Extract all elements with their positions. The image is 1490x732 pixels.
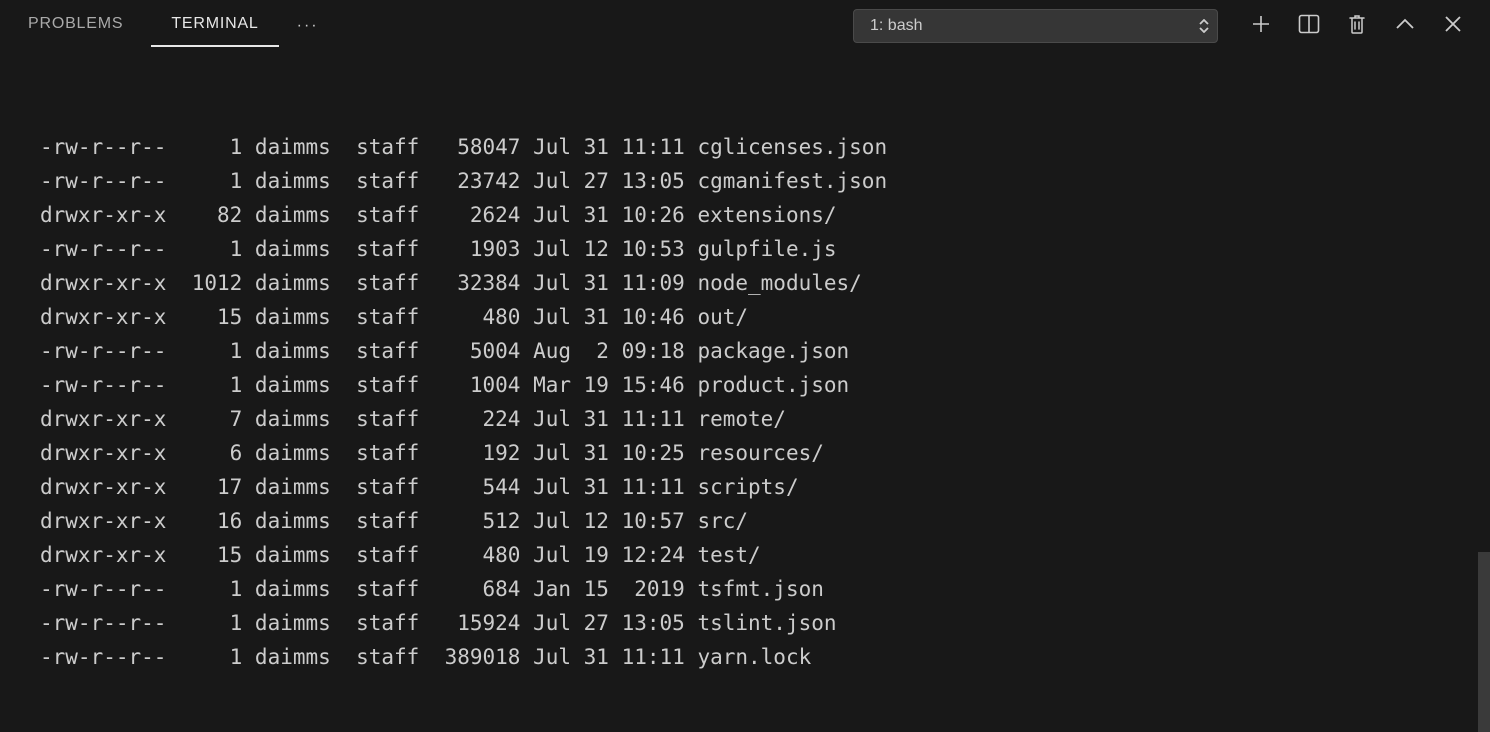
tab-terminal[interactable]: TERMINAL	[151, 5, 278, 47]
new-terminal-button[interactable]	[1244, 9, 1278, 43]
ls-row: drwxr-xr-x 7 daimms staff 224 Jul 31 11:…	[40, 402, 1450, 436]
split-icon	[1298, 14, 1320, 39]
ls-row: -rw-r--r-- 1 daimms staff 1903 Jul 12 10…	[40, 232, 1450, 266]
terminal-select[interactable]: 1: bash	[853, 9, 1218, 43]
tab-problems[interactable]: PROBLEMS	[8, 5, 143, 47]
ls-row: drwxr-xr-x 82 daimms staff 2624 Jul 31 1…	[40, 198, 1450, 232]
ls-row: drwxr-xr-x 6 daimms staff 192 Jul 31 10:…	[40, 436, 1450, 470]
split-terminal-button[interactable]	[1292, 9, 1326, 43]
maximize-panel-button[interactable]	[1388, 9, 1422, 43]
terminal-actions	[1244, 9, 1470, 43]
kill-terminal-button[interactable]	[1340, 9, 1374, 43]
ls-row: -rw-r--r-- 1 daimms staff 5004 Aug 2 09:…	[40, 334, 1450, 368]
chevron-up-icon	[1395, 17, 1415, 35]
ls-row: -rw-r--r-- 1 daimms staff 389018 Jul 31 …	[40, 640, 1450, 674]
more-button[interactable]: ···	[287, 13, 329, 39]
panel-header: PROBLEMS TERMINAL ··· 1: bash	[0, 0, 1490, 52]
panel-tabs: PROBLEMS TERMINAL ···	[8, 5, 329, 47]
close-icon	[1444, 15, 1462, 38]
ls-row: -rw-r--r-- 1 daimms staff 23742 Jul 27 1…	[40, 164, 1450, 198]
chevron-up-down-icon	[1199, 19, 1209, 33]
scrollbar[interactable]	[1478, 552, 1490, 732]
close-panel-button[interactable]	[1436, 9, 1470, 43]
ls-row: drwxr-xr-x 17 daimms staff 544 Jul 31 11…	[40, 470, 1450, 504]
terminal-select-label: 1: bash	[870, 17, 1199, 35]
ls-row: -rw-r--r-- 1 daimms staff 1004 Mar 19 15…	[40, 368, 1450, 402]
ls-row: drwxr-xr-x 1012 daimms staff 32384 Jul 3…	[40, 266, 1450, 300]
ls-row: drwxr-xr-x 16 daimms staff 512 Jul 12 10…	[40, 504, 1450, 538]
ellipsis-icon: ···	[297, 17, 319, 34]
plus-icon	[1251, 14, 1271, 39]
ls-row: drwxr-xr-x 15 daimms staff 480 Jul 19 12…	[40, 538, 1450, 572]
ls-row: -rw-r--r-- 1 daimms staff 684 Jan 15 201…	[40, 572, 1450, 606]
ls-row: drwxr-xr-x 15 daimms staff 480 Jul 31 10…	[40, 300, 1450, 334]
trash-icon	[1347, 13, 1367, 40]
ls-row: -rw-r--r-- 1 daimms staff 58047 Jul 31 1…	[40, 130, 1450, 164]
terminal-body[interactable]: -rw-r--r-- 1 daimms staff 58047 Jul 31 1…	[0, 52, 1490, 732]
ls-output: -rw-r--r-- 1 daimms staff 58047 Jul 31 1…	[40, 130, 1450, 674]
ls-row: -rw-r--r-- 1 daimms staff 15924 Jul 27 1…	[40, 606, 1450, 640]
